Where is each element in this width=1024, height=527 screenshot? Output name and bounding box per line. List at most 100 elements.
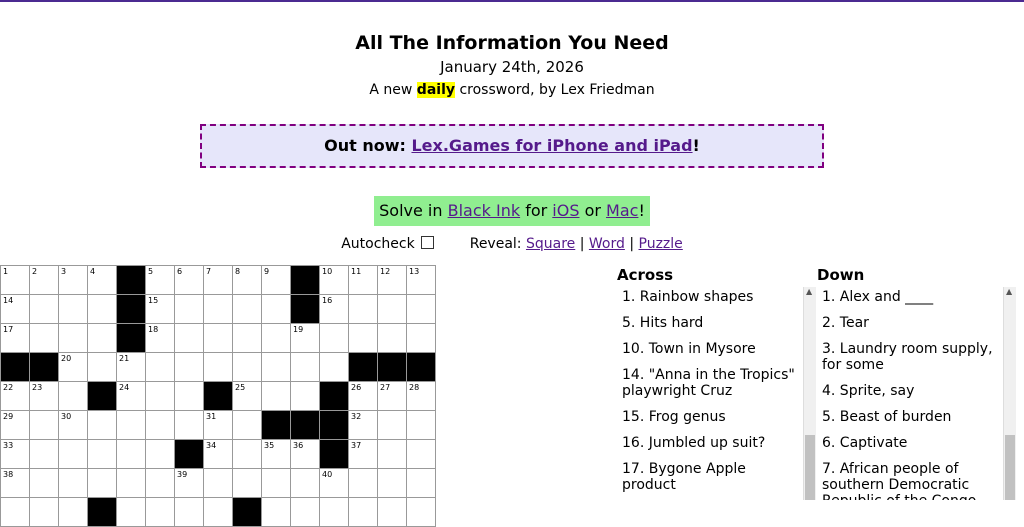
grid-cell[interactable]: 40 <box>319 468 349 498</box>
grid-cell[interactable] <box>116 410 146 440</box>
grid-cell[interactable] <box>406 439 436 469</box>
grid-cell[interactable] <box>406 323 436 353</box>
grid-cell[interactable] <box>29 497 59 527</box>
grid-cell[interactable]: 26 <box>348 381 378 411</box>
scroll-up-arrow-icon[interactable]: ▲ <box>1006 287 1012 296</box>
grid-cell[interactable] <box>58 497 88 527</box>
grid-cell[interactable]: 31 <box>203 410 233 440</box>
ios-link[interactable]: iOS <box>552 201 579 220</box>
grid-cell[interactable] <box>87 294 117 324</box>
grid-cell[interactable]: 30 <box>58 410 88 440</box>
grid-cell[interactable]: 14 <box>0 294 30 324</box>
lex-games-link[interactable]: Lex.Games for iPhone and iPad <box>411 136 692 155</box>
grid-cell[interactable] <box>116 497 146 527</box>
grid-cell[interactable] <box>174 381 204 411</box>
grid-cell[interactable]: 7 <box>203 265 233 295</box>
grid-cell[interactable]: 8 <box>232 265 262 295</box>
grid-cell[interactable] <box>319 497 349 527</box>
grid-cell[interactable] <box>377 497 407 527</box>
grid-cell[interactable] <box>261 294 291 324</box>
down-clue[interactable]: 5. Beast of burden <box>816 407 1002 433</box>
grid-cell[interactable] <box>58 323 88 353</box>
black-ink-link[interactable]: Black Ink <box>448 201 521 220</box>
grid-cell[interactable] <box>232 352 262 382</box>
grid-cell[interactable] <box>232 468 262 498</box>
across-clue[interactable]: 16. Jumbled up suit? <box>616 433 802 459</box>
grid-cell[interactable]: 18 <box>145 323 175 353</box>
grid-cell[interactable] <box>29 323 59 353</box>
grid-cell[interactable] <box>290 497 320 527</box>
grid-cell[interactable] <box>377 410 407 440</box>
autocheck-checkbox[interactable] <box>420 236 434 249</box>
grid-cell[interactable] <box>406 294 436 324</box>
grid-cell[interactable] <box>319 352 349 382</box>
grid-cell[interactable] <box>174 294 204 324</box>
grid-cell[interactable]: 27 <box>377 381 407 411</box>
grid-cell[interactable] <box>174 497 204 527</box>
grid-cell[interactable]: 1 <box>0 265 30 295</box>
grid-cell[interactable] <box>290 381 320 411</box>
grid-cell[interactable] <box>174 410 204 440</box>
reveal-puzzle-link[interactable]: Puzzle <box>639 236 683 252</box>
grid-cell[interactable] <box>29 294 59 324</box>
grid-cell[interactable] <box>145 439 175 469</box>
down-clue[interactable]: 2. Tear <box>816 313 1002 339</box>
down-clue[interactable]: 1. Alex and ____ <box>816 287 1002 313</box>
grid-cell[interactable] <box>261 352 291 382</box>
grid-cell[interactable] <box>203 323 233 353</box>
grid-cell[interactable]: 29 <box>0 410 30 440</box>
grid-cell[interactable] <box>116 468 146 498</box>
grid-cell[interactable] <box>87 352 117 382</box>
scrollbar-thumb[interactable] <box>805 435 815 500</box>
grid-cell[interactable] <box>377 468 407 498</box>
grid-cell[interactable]: 32 <box>348 410 378 440</box>
grid-cell[interactable]: 15 <box>145 294 175 324</box>
down-clue[interactable]: 6. Captivate <box>816 433 1002 459</box>
grid-cell[interactable] <box>290 468 320 498</box>
grid-cell[interactable] <box>29 439 59 469</box>
grid-cell[interactable] <box>232 294 262 324</box>
across-clue[interactable]: 10. Town in Mysore <box>616 339 802 365</box>
grid-cell[interactable] <box>145 352 175 382</box>
grid-cell[interactable]: 16 <box>319 294 349 324</box>
grid-cell[interactable] <box>348 468 378 498</box>
grid-cell[interactable] <box>145 410 175 440</box>
grid-cell[interactable] <box>377 294 407 324</box>
grid-cell[interactable]: 3 <box>58 265 88 295</box>
grid-cell[interactable]: 11 <box>348 265 378 295</box>
grid-cell[interactable]: 19 <box>290 323 320 353</box>
grid-cell[interactable]: 33 <box>0 439 30 469</box>
grid-cell[interactable] <box>203 468 233 498</box>
grid-cell[interactable] <box>29 410 59 440</box>
grid-cell[interactable] <box>145 497 175 527</box>
mac-link[interactable]: Mac <box>606 201 638 220</box>
grid-cell[interactable]: 2 <box>29 265 59 295</box>
across-clue[interactable]: 15. Frog genus <box>616 407 802 433</box>
down-clue[interactable]: 3. Laundry room supply, for some <box>816 339 1002 381</box>
across-clue[interactable]: 1. Rainbow shapes <box>616 287 802 313</box>
grid-cell[interactable] <box>58 439 88 469</box>
grid-cell[interactable] <box>87 410 117 440</box>
grid-cell[interactable] <box>58 381 88 411</box>
grid-cell[interactable] <box>406 468 436 498</box>
grid-cell[interactable] <box>203 352 233 382</box>
grid-cell[interactable] <box>406 497 436 527</box>
down-clue[interactable]: 4. Sprite, say <box>816 381 1002 407</box>
grid-cell[interactable]: 34 <box>203 439 233 469</box>
grid-cell[interactable] <box>87 439 117 469</box>
grid-cell[interactable] <box>290 352 320 382</box>
grid-cell[interactable]: 10 <box>319 265 349 295</box>
grid-cell[interactable] <box>232 439 262 469</box>
reveal-square-link[interactable]: Square <box>526 236 575 252</box>
grid-cell[interactable] <box>203 294 233 324</box>
grid-cell[interactable] <box>406 410 436 440</box>
grid-cell[interactable] <box>174 323 204 353</box>
across-clue[interactable]: 17. Bygone Apple product <box>616 459 802 500</box>
grid-cell[interactable] <box>261 468 291 498</box>
grid-cell[interactable]: 21 <box>116 352 146 382</box>
grid-cell[interactable] <box>87 468 117 498</box>
grid-cell[interactable]: 25 <box>232 381 262 411</box>
grid-cell[interactable] <box>203 497 233 527</box>
down-clue[interactable]: 7. African people of southern Democratic… <box>816 459 1002 500</box>
grid-cell[interactable] <box>116 439 146 469</box>
